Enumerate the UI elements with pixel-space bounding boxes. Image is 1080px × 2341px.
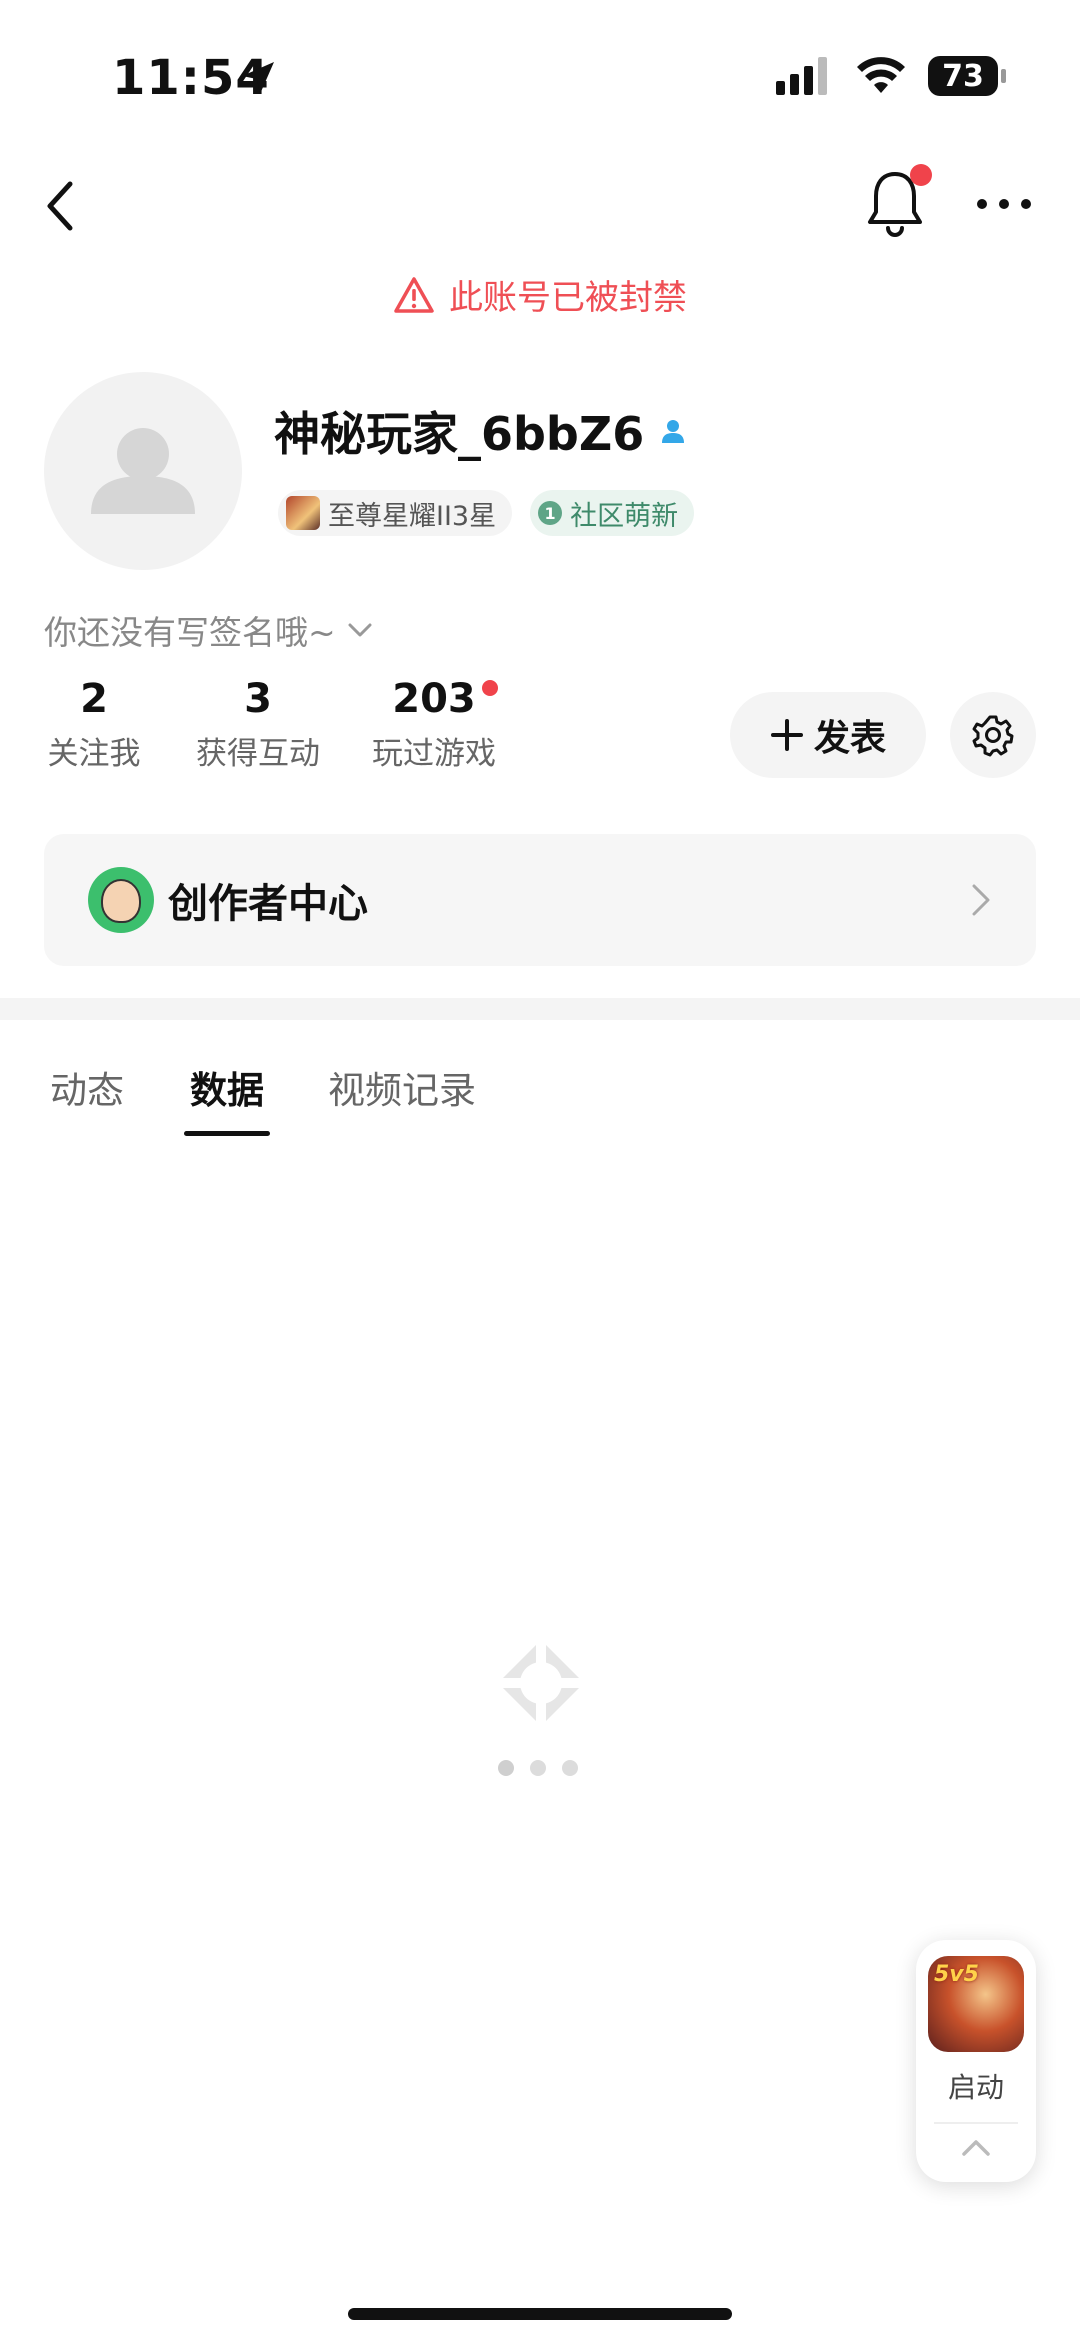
chevron-right-icon <box>972 884 990 916</box>
signature-text: 你还没有写签名哦~ <box>44 613 336 652</box>
stat-label: 关注我 <box>47 736 141 772</box>
level-icon: 1 <box>538 501 563 525</box>
more-icon[interactable] <box>976 192 1032 216</box>
stat-interactions[interactable]: 3 获得互动 <box>192 676 324 773</box>
tab-label: 动态 <box>50 1069 124 1112</box>
battery-indicator: 73 <box>928 56 1006 96</box>
game-app-icon[interactable]: 5v5 <box>928 1956 1024 2052</box>
chevron-down-icon <box>348 623 372 637</box>
loading-spinner-icon <box>498 1640 584 1726</box>
tab-feed[interactable]: 动态 <box>50 1060 124 1136</box>
gear-icon <box>972 715 1014 757</box>
plus-icon <box>770 719 803 751</box>
stat-games-played[interactable]: 203 玩过游戏 <box>368 676 500 773</box>
creator-center-label: 创作者中心 <box>168 881 368 927</box>
rank-badge-label: 至尊星耀II3星 <box>328 500 497 532</box>
location-arrow-icon <box>242 62 274 94</box>
username: 神秘玩家_6bbZ6 <box>274 407 645 461</box>
community-badge-label: 社区萌新 <box>570 500 679 532</box>
signature[interactable]: 你还没有写签名哦~ <box>44 606 374 654</box>
stat-value: 3 <box>244 676 272 722</box>
default-user-icon <box>91 428 195 514</box>
loading-dots <box>498 1760 578 1776</box>
profile-stats: 2 关注我 3 获得互动 203 玩过游戏 <box>44 676 500 773</box>
content-tabs: 动态 数据 视频记录 <box>50 1060 476 1136</box>
status-indicators: 73 <box>776 56 1006 96</box>
settings-button[interactable] <box>950 692 1036 778</box>
creator-mascot-icon <box>88 867 154 933</box>
rank-badge[interactable]: 至尊星耀II3星 <box>278 490 513 536</box>
stat-followers[interactable]: 2 关注我 <box>44 676 144 773</box>
warning-icon <box>394 276 434 313</box>
stat-value: 203 <box>392 676 476 722</box>
username-row: 神秘玩家_6bbZ6 <box>274 398 688 464</box>
signal-icon <box>776 57 827 95</box>
creator-center-card[interactable]: 创作者中心 <box>44 834 1036 966</box>
new-games-dot <box>482 680 498 696</box>
ban-notice: 此账号已被封禁 <box>0 270 1080 319</box>
publish-label: 发表 <box>813 718 886 759</box>
notification-dot <box>910 164 932 186</box>
avatar[interactable] <box>44 372 242 570</box>
ban-notice-text: 此账号已被封禁 <box>449 278 687 318</box>
home-indicator[interactable] <box>348 2308 732 2320</box>
tab-label: 视频记录 <box>328 1069 476 1112</box>
chevron-up-icon[interactable] <box>958 2136 994 2160</box>
back-arrow-icon[interactable] <box>36 176 86 236</box>
stat-label: 获得互动 <box>196 736 320 772</box>
launch-label[interactable]: 启动 <box>916 2066 1036 2106</box>
community-level-badge[interactable]: 1 社区萌新 <box>530 490 695 536</box>
profile-badges: 至尊星耀II3星 1 社区萌新 <box>278 490 695 536</box>
section-divider <box>0 998 1080 1020</box>
stat-value: 2 <box>80 676 108 722</box>
tab-data[interactable]: 数据 <box>184 1060 270 1136</box>
wifi-icon <box>857 57 905 93</box>
tab-label: 数据 <box>190 1069 264 1112</box>
tab-video-records[interactable]: 视频记录 <box>328 1060 476 1136</box>
active-tab-indicator <box>184 1131 270 1136</box>
launch-game-widget[interactable]: 5v5 启动 <box>916 1940 1036 2182</box>
rank-hero-icon <box>286 496 320 530</box>
stat-label: 玩过游戏 <box>372 736 496 772</box>
user-verified-icon <box>662 420 685 443</box>
game-badge-text: 5v5 <box>934 1962 979 1987</box>
publish-button[interactable]: 发表 <box>730 692 926 778</box>
